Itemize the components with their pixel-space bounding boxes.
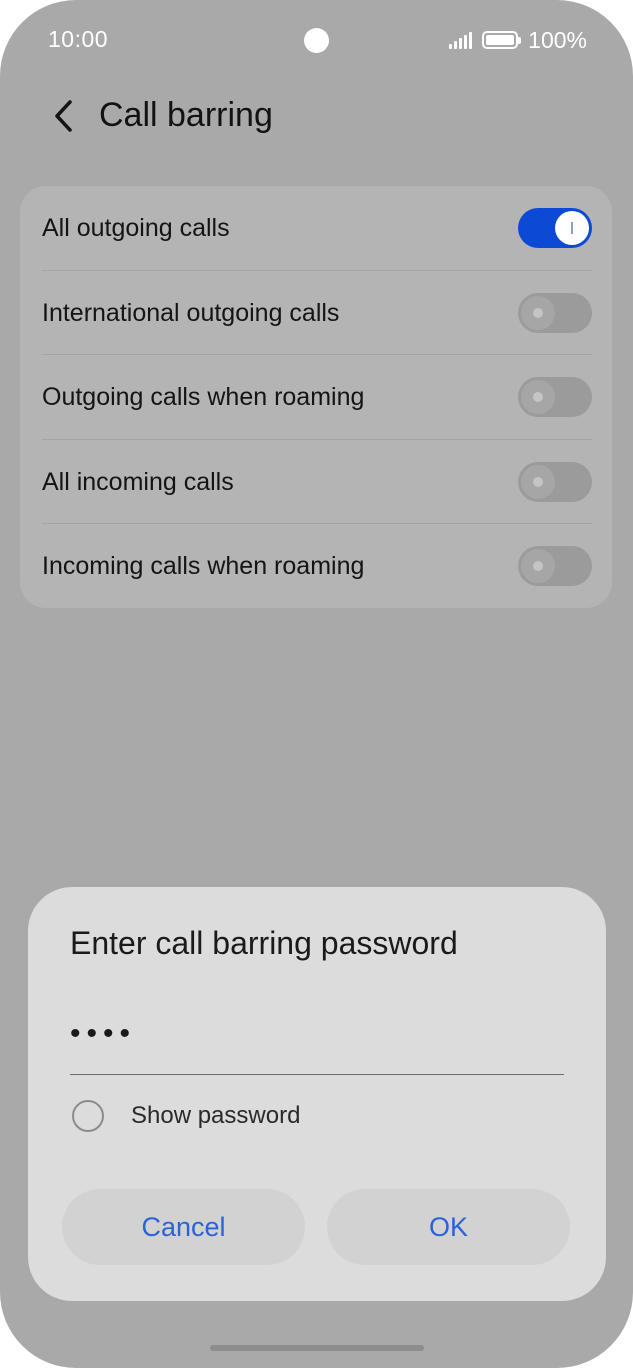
dialog-title: Enter call barring password [70, 925, 458, 961]
toggle-switch-off[interactable] [518, 546, 592, 586]
call-barring-list: All outgoing calls International outgoin… [20, 186, 612, 608]
status-time: 10:00 [48, 26, 109, 52]
show-password-label: Show password [131, 1102, 301, 1129]
cancel-button[interactable]: Cancel [62, 1189, 305, 1265]
toggle-switch-on[interactable] [518, 208, 592, 248]
setting-label: Incoming calls when roaming [42, 551, 365, 580]
ok-button[interactable]: OK [327, 1189, 570, 1265]
status-icons: 100% [447, 26, 587, 54]
setting-label: Outgoing calls when roaming [42, 382, 365, 411]
front-camera [304, 28, 329, 53]
show-password-radio[interactable] [72, 1100, 104, 1132]
home-indicator[interactable] [210, 1345, 424, 1351]
setting-label: International outgoing calls [42, 298, 340, 327]
show-password-option[interactable]: Show password [72, 1100, 300, 1132]
setting-row-all-incoming[interactable]: All incoming calls [42, 439, 592, 524]
setting-row-international-outgoing[interactable]: International outgoing calls [42, 270, 592, 355]
toggle-switch-off[interactable] [518, 377, 592, 417]
password-value: •••• [70, 1017, 137, 1050]
battery-icon [482, 31, 522, 49]
page-title: Call barring [99, 96, 273, 134]
phone-screen: 10:00 100% Call barring All outgoing cal… [0, 0, 633, 1368]
battery-percent: 100% [528, 26, 587, 53]
chevron-left-icon [55, 100, 72, 132]
toggle-switch-off[interactable] [518, 293, 592, 333]
signal-icon [447, 31, 473, 49]
password-dialog: Enter call barring password •••• Show pa… [28, 887, 606, 1301]
back-button[interactable] [44, 94, 84, 138]
setting-label: All incoming calls [42, 467, 234, 496]
toggle-switch-off[interactable] [518, 462, 592, 502]
setting-row-all-outgoing[interactable]: All outgoing calls [42, 186, 592, 270]
setting-row-incoming-roaming[interactable]: Incoming calls when roaming [42, 523, 592, 608]
setting-label: All outgoing calls [42, 213, 230, 242]
setting-row-outgoing-roaming[interactable]: Outgoing calls when roaming [42, 354, 592, 439]
password-input[interactable]: •••• [70, 1007, 564, 1075]
